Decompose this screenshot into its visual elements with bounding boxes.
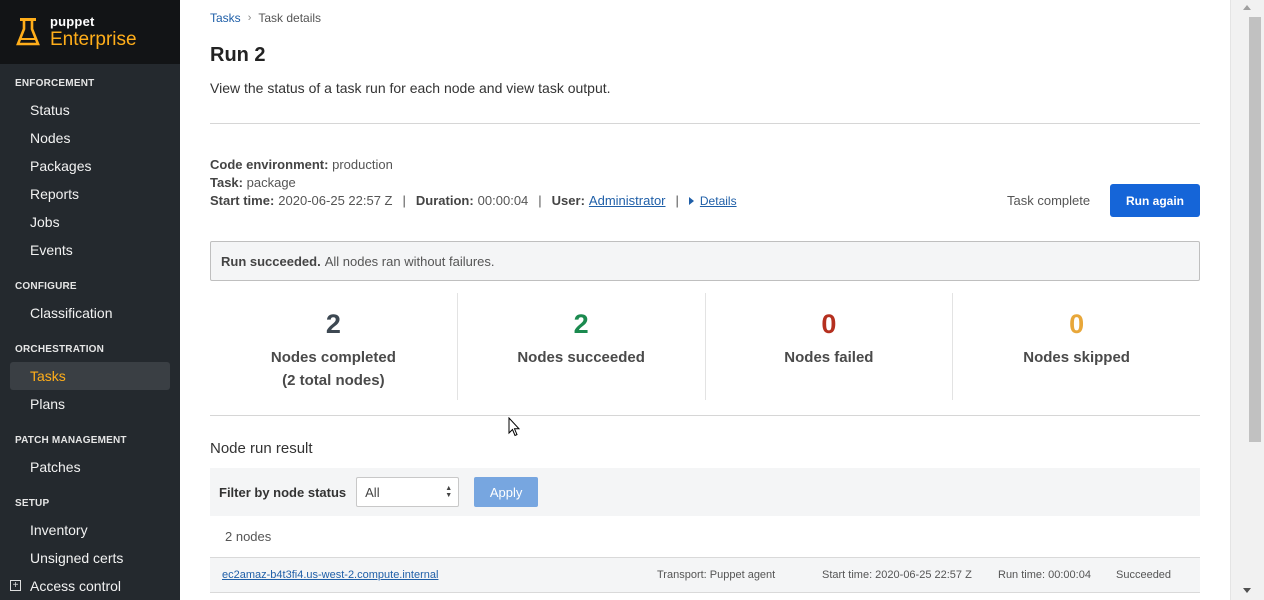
task-status: Task complete — [1007, 193, 1091, 208]
user-link[interactable]: Administrator — [589, 193, 666, 208]
task-value: package — [246, 175, 296, 190]
start-time-label: Start time: — [210, 193, 275, 208]
banner-text: All nodes ran without failures. — [324, 253, 495, 269]
sidebar-item-plans[interactable]: Plans — [0, 390, 180, 418]
nav-section-patch-management: PATCH MANAGEMENT Patches — [0, 435, 180, 481]
puppet-enterprise-logo[interactable]: puppet Enterprise — [0, 0, 180, 64]
node-run-result-title: Node run result — [210, 440, 313, 457]
page-title: Run 2 — [210, 44, 266, 66]
sidebar-item-packages[interactable]: Packages — [0, 152, 180, 180]
stat-nodes-succeeded: 2 Nodes succeeded — [458, 293, 706, 400]
duration-value: 00:00:04 — [477, 193, 529, 208]
filter-bar: Filter by node status All ▲ ▼ Apply — [210, 468, 1200, 516]
run-info-row: Start time: 2020-06-25 22:57 Z | Duratio… — [210, 193, 737, 208]
sidebar-item-inventory[interactable]: Inventory — [0, 516, 180, 544]
table-row — [210, 592, 1200, 600]
node-status: Succeeded — [1116, 569, 1172, 581]
sidebar-item-label: Access control — [30, 578, 122, 594]
filter-label: Filter by node status — [219, 484, 347, 500]
start-time-value: 2020-06-25 22:57 Z — [278, 193, 393, 208]
code-environment-label: Code environment: — [210, 157, 329, 172]
details-toggle[interactable]: Details — [688, 193, 737, 208]
stat-label: Nodes succeeded — [517, 349, 645, 366]
sidebar-item-jobs[interactable]: Jobs — [0, 208, 180, 236]
sidebar: puppet Enterprise ENFORCEMENT Status Nod… — [0, 0, 180, 600]
mouse-cursor-icon — [508, 417, 520, 437]
page-description: View the status of a task run for each n… — [210, 80, 611, 96]
stats-panel: 2 Nodes completed (2 total nodes) 2 Node… — [210, 293, 1200, 400]
select-value: All — [365, 484, 380, 500]
breadcrumb-tasks-link[interactable]: Tasks — [210, 11, 241, 25]
nav-section-configure: CONFIGURE Classification — [0, 281, 180, 327]
stat-value: 2 — [573, 309, 589, 339]
stat-value: 2 — [325, 309, 341, 339]
code-environment: Code environment: production — [210, 157, 393, 172]
nav-section-title: CONFIGURE — [15, 281, 77, 292]
code-environment-value: production — [332, 157, 393, 172]
divider — [210, 123, 1200, 124]
sidebar-item-reports[interactable]: Reports — [0, 180, 180, 208]
stat-value: 0 — [821, 309, 837, 339]
stat-value: 0 — [1069, 309, 1085, 339]
nav-section-title: SETUP — [15, 498, 50, 509]
node-count: 2 nodes — [225, 529, 272, 544]
node-run-time: Run time: 00:00:04 — [998, 569, 1091, 581]
brand-big: Enterprise — [50, 29, 137, 50]
run-status-banner: Run succeeded. All nodes ran without fai… — [210, 241, 1200, 281]
caret-right-icon — [688, 196, 694, 205]
node-status-select[interactable]: All ▲ ▼ — [356, 477, 460, 507]
sidebar-item-tasks[interactable]: Tasks — [10, 362, 170, 390]
scroll-down-icon[interactable] — [1243, 588, 1251, 593]
node-link[interactable]: ec2amaz-b4t3fi4.us-west-2.compute.intern… — [222, 569, 438, 581]
apply-button[interactable]: Apply — [474, 477, 539, 507]
nav-section-orchestration: ORCHESTRATION Tasks Plans — [0, 344, 180, 418]
sidebar-item-patches[interactable]: Patches — [0, 453, 180, 481]
table-row: ec2amaz-b4t3fi4.us-west-2.compute.intern… — [210, 557, 1200, 592]
separator: | — [402, 193, 406, 208]
nav-section-setup: SETUP Inventory Unsigned certs + Access … — [0, 498, 180, 600]
stat-label-line: Nodes completed — [270, 349, 396, 366]
stat-nodes-failed: 0 Nodes failed — [706, 293, 954, 400]
stat-label: Nodes skipped — [1023, 349, 1130, 366]
brand-small: puppet — [50, 14, 95, 29]
user-label: User: — [551, 193, 585, 208]
scroll-up-icon[interactable] — [1243, 5, 1251, 10]
divider — [210, 415, 1200, 416]
task-label: Task: — [210, 175, 243, 190]
node-start-time: Start time: 2020-06-25 22:57 Z — [822, 569, 972, 581]
separator: | — [538, 193, 542, 208]
scrollbar-thumb[interactable] — [1249, 17, 1261, 442]
breadcrumb-current: Task details — [258, 11, 322, 25]
breadcrumb: Tasks › Task details — [210, 11, 321, 25]
node-transport: Transport: Puppet agent — [657, 569, 776, 581]
sidebar-item-unsigned-certs[interactable]: Unsigned certs — [0, 544, 180, 572]
vertical-scrollbar[interactable] — [1230, 0, 1264, 600]
stat-label: Nodes completed (2 total nodes) — [210, 346, 457, 392]
sidebar-item-status[interactable]: Status — [0, 96, 180, 124]
stat-label-line: (2 total nodes) — [282, 372, 385, 389]
expand-plus-icon[interactable]: + — [10, 580, 21, 591]
select-arrows-icon: ▲ ▼ — [445, 485, 453, 499]
nav-section-title: PATCH MANAGEMENT — [15, 435, 127, 446]
stat-nodes-skipped: 0 Nodes skipped — [953, 293, 1200, 400]
duration-label: Duration: — [415, 193, 474, 208]
run-again-button[interactable]: Run again — [1110, 184, 1200, 217]
sidebar-item-access-control[interactable]: + Access control — [0, 572, 180, 600]
sidebar-item-events[interactable]: Events — [0, 236, 180, 264]
sidebar-item-classification[interactable]: Classification — [0, 299, 180, 327]
details-link: Details — [699, 193, 737, 208]
chevron-right-icon: › — [247, 12, 252, 24]
main-content: Tasks › Task details Run 2 View the stat… — [180, 0, 1230, 600]
banner-title: Run succeeded. — [221, 253, 321, 269]
flask-icon — [16, 18, 40, 46]
separator: | — [675, 193, 679, 208]
sidebar-item-nodes[interactable]: Nodes — [0, 124, 180, 152]
nav-section-enforcement: ENFORCEMENT Status Nodes Packages Report… — [0, 78, 180, 264]
stat-nodes-completed: 2 Nodes completed (2 total nodes) — [210, 293, 458, 400]
nav-section-title: ORCHESTRATION — [15, 344, 105, 355]
task-name: Task: package — [210, 175, 296, 190]
nav-section-title: ENFORCEMENT — [15, 78, 95, 89]
stat-label: Nodes failed — [784, 349, 874, 366]
